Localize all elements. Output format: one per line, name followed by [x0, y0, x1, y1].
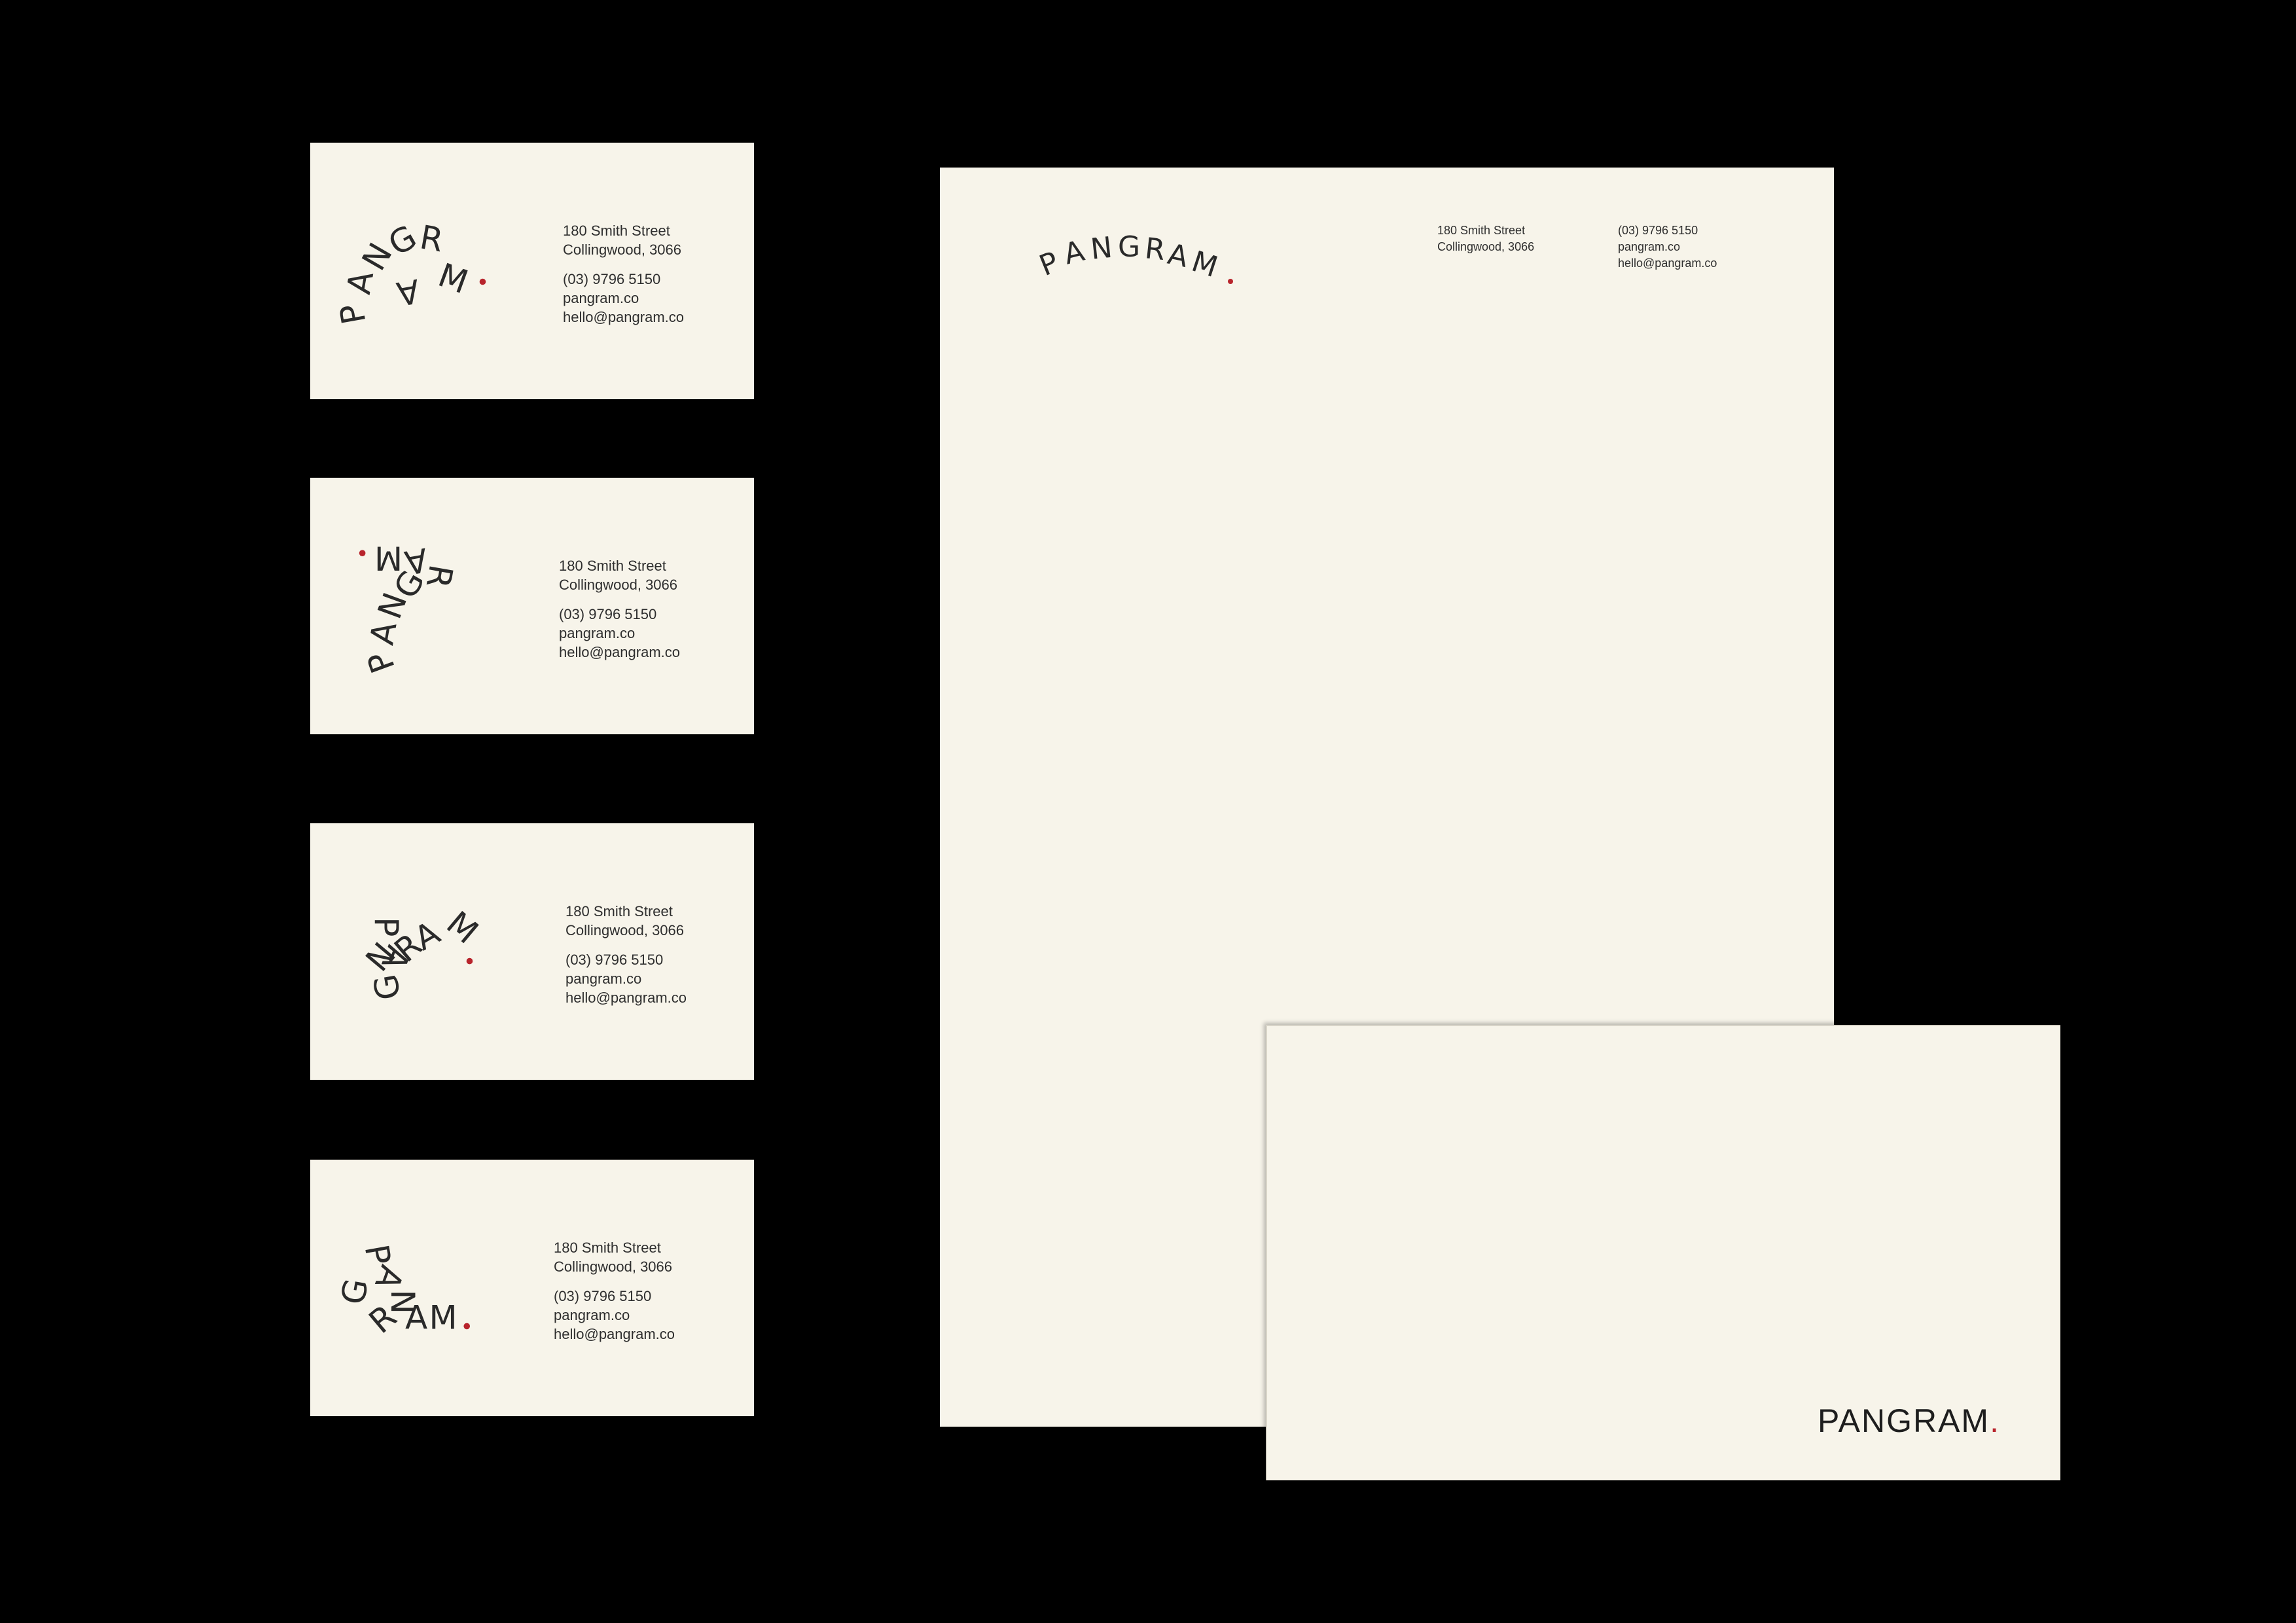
- letterhead-address: 180 Smith Street Collingwood, 3066: [1437, 223, 1534, 255]
- address-suburb: Collingwood, 3066: [563, 241, 682, 258]
- email: hello@pangram.co: [563, 309, 684, 325]
- pangram-logo-scattered: P A N G R A M: [359, 895, 526, 1046]
- website: pangram.co: [1618, 240, 1681, 253]
- logo-letter-a2: A: [394, 272, 423, 313]
- pangram-logo-scattered: M A R G N A P: [356, 530, 520, 681]
- logo-letters: P A N G R A M: [334, 1241, 471, 1341]
- email: hello@pangram.co: [559, 644, 680, 660]
- address-street: 180 Smith Street: [1437, 224, 1526, 237]
- envelope: PANGRAM.: [1266, 1025, 2060, 1480]
- logo-red-dot: [463, 1323, 471, 1330]
- logo-letter-m: M: [433, 256, 473, 301]
- phone-number: (03) 9796 5150: [1618, 224, 1698, 237]
- address-street: 180 Smith Street: [559, 558, 666, 574]
- address-street: 180 Smith Street: [563, 223, 670, 239]
- pangram-logo-scattered: P A N G R A M: [332, 215, 507, 365]
- website: pangram.co: [563, 290, 639, 306]
- pangram-logo-scattered: P A N G R A M: [334, 1225, 520, 1376]
- logo-red-dot: [479, 278, 486, 285]
- business-card-1: P A N G R A M 180 Smith Street Collingwo…: [310, 143, 754, 399]
- letterhead-contact: (03) 9796 5150 pangram.co hello@pangram.…: [1618, 223, 1717, 272]
- business-card-4: P A N G R A M 180 Smith Street Collingwo…: [310, 1160, 754, 1416]
- address-suburb: Collingwood, 3066: [1437, 240, 1535, 253]
- email: hello@pangram.co: [565, 990, 687, 1006]
- logo-letters: M A R G N A P: [359, 539, 460, 678]
- logo-letter-n: N: [1089, 231, 1114, 266]
- logo-letter-p: P: [360, 647, 403, 678]
- email: hello@pangram.co: [1618, 257, 1717, 270]
- logo-letter-a: A: [363, 619, 404, 648]
- website: pangram.co: [565, 971, 642, 987]
- address-suburb: Collingwood, 3066: [554, 1258, 673, 1275]
- phone-number: (03) 9796 5150: [565, 952, 664, 968]
- envelope-logo: PANGRAM.: [1818, 1402, 2000, 1440]
- logo-letter-r: R: [417, 218, 446, 259]
- email: hello@pangram.co: [554, 1326, 675, 1342]
- logo-letter-r: R: [1143, 232, 1167, 267]
- card-contact-info: 180 Smith Street Collingwood, 3066 (03) …: [554, 1238, 675, 1344]
- phone-number: (03) 9796 5150: [559, 606, 657, 622]
- logo-letter-p: P: [332, 301, 373, 327]
- logo-letters: P A N G R A M: [359, 904, 486, 1003]
- logo-letter-m: M: [1188, 245, 1222, 284]
- logo-letter-g: G: [1118, 230, 1140, 264]
- logo-red-dot: [1228, 279, 1233, 284]
- address-street: 180 Smith Street: [554, 1240, 661, 1256]
- logo-letter-a: A: [340, 268, 381, 297]
- logo-letter-a2: A: [405, 1298, 427, 1336]
- website: pangram.co: [554, 1307, 630, 1323]
- envelope-logo-text: PANGRAM: [1817, 1402, 1990, 1439]
- card-contact-info: 180 Smith Street Collingwood, 3066 (03) …: [565, 902, 687, 1007]
- website: pangram.co: [559, 625, 636, 641]
- business-card-2: M A R G N A P 180 Smith Street Collingwo…: [310, 478, 754, 734]
- logo-letter-p: P: [1035, 245, 1064, 283]
- logo-letters: P A N G R A M: [1035, 230, 1233, 284]
- business-card-3: P A N G R A M 180 Smith Street Collingwo…: [310, 823, 754, 1080]
- logo-letter-a: A: [1060, 234, 1088, 272]
- envelope-logo-dot: .: [1990, 1402, 2000, 1439]
- logo-red-dot: [466, 957, 473, 965]
- logo-letter-g: G: [367, 971, 408, 1003]
- letterhead-logo-arc: P A N G R A M: [1035, 220, 1254, 292]
- card-contact-info: 180 Smith Street Collingwood, 3066 (03) …: [559, 556, 680, 662]
- phone-number: (03) 9796 5150: [554, 1288, 652, 1304]
- logo-letter-a2: A: [1165, 238, 1191, 274]
- address-suburb: Collingwood, 3066: [565, 922, 685, 938]
- address-street: 180 Smith Street: [565, 903, 673, 919]
- logo-letter-m: M: [439, 904, 485, 951]
- card-contact-info: 180 Smith Street Collingwood, 3066 (03) …: [563, 221, 684, 327]
- logo-letters: P A N G R A M: [332, 218, 486, 327]
- logo-letter-m: M: [429, 1298, 457, 1336]
- phone-number: (03) 9796 5150: [563, 271, 661, 287]
- address-suburb: Collingwood, 3066: [559, 577, 678, 593]
- logo-red-dot: [359, 550, 366, 556]
